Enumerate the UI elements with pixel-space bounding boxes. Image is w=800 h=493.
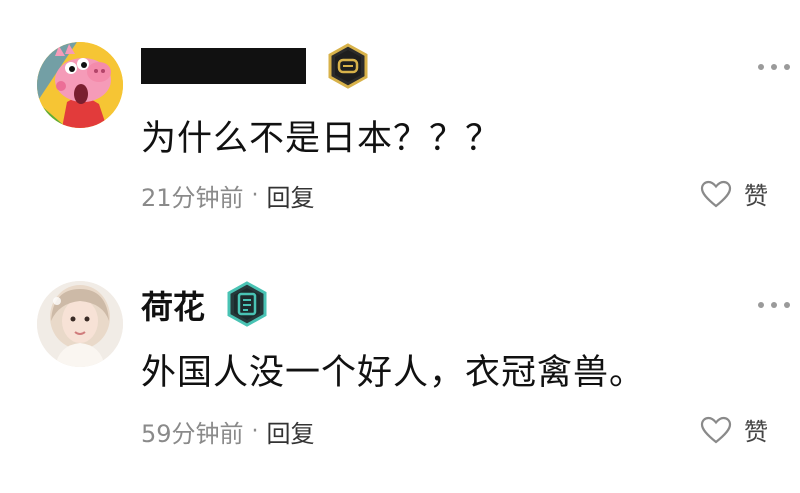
dot-icon — [771, 302, 777, 308]
comment-time: 21分钟前 — [141, 184, 244, 212]
avatar[interactable] — [37, 42, 123, 128]
dot-icon — [758, 64, 764, 70]
reply-button[interactable]: 回复 — [267, 414, 315, 449]
comment-item: 荷花 外国人没一个好人，衣冠禽兽。 59分钟前 · 回复 赞 — [0, 246, 800, 493]
comment-meta: 59分钟前 · 回复 — [141, 414, 315, 449]
comment-badge-icon — [226, 281, 268, 327]
dot-icon — [771, 64, 777, 70]
author-name-redacted[interactable] — [141, 48, 306, 84]
more-options-button[interactable] — [758, 62, 794, 72]
avatar[interactable] — [37, 281, 123, 367]
heart-icon — [700, 416, 732, 443]
like-label: 赞 — [744, 418, 768, 446]
more-options-button[interactable] — [758, 300, 794, 310]
heart-icon — [700, 180, 732, 207]
comment-text: 为什么不是日本？？？ — [141, 119, 502, 159]
comment-text: 外国人没一个好人，衣冠禽兽。 — [141, 353, 646, 393]
meta-separator: · — [251, 419, 259, 444]
like-label: 赞 — [744, 182, 768, 210]
comment-meta: 21分钟前 · 回复 — [141, 178, 315, 213]
meta-separator: · — [251, 183, 259, 208]
comment-item: 为什么不是日本？？？ 21分钟前 · 回复 赞 — [0, 0, 800, 246]
reply-button[interactable]: 回复 — [267, 178, 315, 213]
like-button[interactable]: 赞 — [700, 412, 768, 447]
girl-photo-avatar-image — [37, 281, 123, 367]
dot-icon — [758, 302, 764, 308]
comment-badge-icon — [327, 43, 369, 89]
author-name[interactable]: 荷花 — [141, 282, 205, 328]
pig-cartoon-avatar-image — [37, 42, 123, 128]
comment-time: 59分钟前 — [141, 420, 244, 448]
like-button[interactable]: 赞 — [700, 176, 768, 211]
dot-icon — [784, 302, 790, 308]
dot-icon — [784, 64, 790, 70]
